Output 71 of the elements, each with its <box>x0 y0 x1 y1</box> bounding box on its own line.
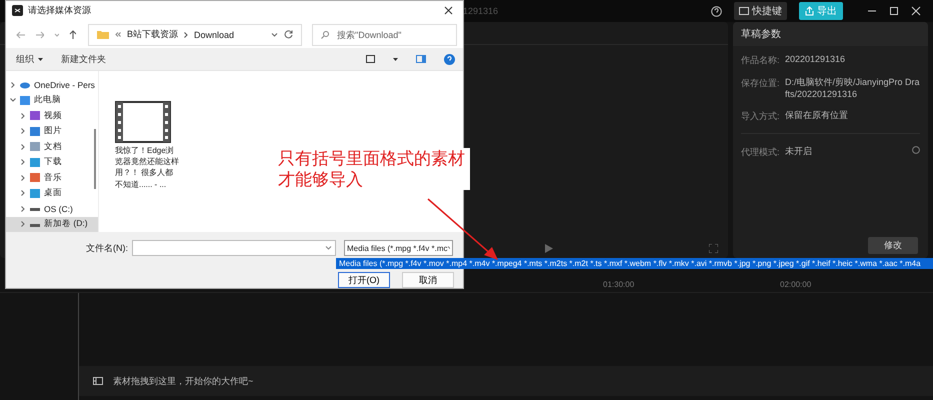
tree-item[interactable]: 桌面 <box>6 186 98 201</box>
breadcrumb-item[interactable]: Download <box>194 30 234 40</box>
tree-item[interactable]: 文档 <box>6 139 98 154</box>
field-label: 导入方式: <box>741 110 781 124</box>
field-label: 作品名称: <box>741 54 781 67</box>
chevron-icon[interactable] <box>20 159 26 166</box>
file-type-dropdown[interactable]: Media files (*.mpg *.f4v *.mc <box>344 240 453 256</box>
edit-button[interactable]: 修改 <box>868 237 918 254</box>
address-bar[interactable]: B站下载资源 Download <box>88 24 302 46</box>
field-value: 未开启 <box>785 146 812 158</box>
ruler-label: 02:00:00 <box>780 280 812 289</box>
tree-item[interactable]: 视频 <box>6 108 98 124</box>
field-label: 文件名(N): <box>86 242 128 254</box>
chevron-icon[interactable] <box>10 97 16 104</box>
tree-item[interactable]: OS (C:) <box>6 201 98 216</box>
field-value: D:/电脑软件/剪映/JianyingPro Drafts/202201291316 <box>785 77 920 100</box>
tree-item[interactable]: OneDrive - Pers <box>6 77 98 92</box>
file-item[interactable]: 我惊了！Edge浏览器竟然还能这样用？！ 很多人都不知道...... - ... <box>115 101 181 190</box>
chevron-icon[interactable] <box>20 174 26 181</box>
chevron-icon[interactable] <box>20 112 26 119</box>
main-track[interactable]: 素材拖拽到这里，开始你的大作吧~ <box>79 366 933 396</box>
tree-item[interactable]: 新加卷 (D:) <box>6 216 98 232</box>
dropdown-option[interactable]: Media files (*.mpg *.f4v *.mov *.mp4 *.m4v *.mpeg4 *.mts *.m2ts *.m2t *.ts *.mxf *.webm *.flv *.mkv *.avi *.rmvb *.jpg *.png *.jpeg *.gif *.heif *.heic *.wma *.aac *.m4a <box>336 258 933 269</box>
help-icon[interactable] <box>711 6 722 16</box>
chevron-icon[interactable] <box>20 221 26 228</box>
chevron-icon[interactable] <box>20 206 26 212</box>
open-button[interactable]: 打开(O) <box>338 272 390 288</box>
tree-item[interactable]: 此电脑 <box>6 92 98 108</box>
close-icon[interactable] <box>444 6 453 16</box>
chevron-icon[interactable] <box>20 128 26 134</box>
folder-icon <box>97 30 110 40</box>
new-folder-button[interactable]: 新建文件夹 <box>61 52 106 66</box>
chevron-icon[interactable] <box>20 144 26 150</box>
fullscreen-icon[interactable] <box>709 244 718 252</box>
preview-pane-icon[interactable] <box>416 55 426 64</box>
shortcut-button[interactable]: 快捷键 <box>734 2 787 20</box>
caret-icon <box>38 58 43 61</box>
annotation-text: 只有括号里面格式的素材才能够导入 <box>278 148 470 190</box>
dialog-title: 请选择媒体资源 <box>28 4 91 18</box>
view-icon[interactable] <box>366 55 375 64</box>
field-label: 保存位置: <box>741 77 781 90</box>
double-chevron-icon[interactable] <box>115 32 122 38</box>
film-icon <box>93 377 103 385</box>
chevron-icon[interactable] <box>10 82 16 88</box>
search-icon <box>321 30 329 39</box>
up-icon[interactable] <box>68 30 76 40</box>
track-hint: 素材拖拽到这里，开始你的大作吧~ <box>113 374 254 388</box>
play-icon[interactable] <box>545 244 553 252</box>
chevron-right-icon[interactable] <box>184 32 188 38</box>
panel-title: 草稿参数 <box>733 22 928 46</box>
tree-item[interactable]: 音乐 <box>6 170 98 186</box>
field-value: 保留在原有位置 <box>785 110 848 122</box>
filename-field[interactable] <box>132 240 336 256</box>
share-icon <box>805 6 814 16</box>
field-label: 代理模式: <box>741 146 781 160</box>
app-icon <box>12 5 23 16</box>
chevron-icon[interactable] <box>20 190 26 196</box>
breadcrumb-item[interactable]: B站下载资源 <box>127 28 178 42</box>
refresh-icon[interactable] <box>284 30 293 40</box>
cancel-button[interactable]: 取消 <box>402 272 454 288</box>
tree-item[interactable]: 图片 <box>6 124 98 139</box>
search-field[interactable]: 搜索"Download" <box>312 24 457 46</box>
tree-item[interactable]: 下载 <box>6 154 98 170</box>
video-file-icon <box>115 101 171 143</box>
field-value: 202201291316 <box>785 54 846 66</box>
window-title: 1291316 <box>463 6 498 16</box>
organize-menu[interactable]: 组织 <box>16 52 43 66</box>
ruler-label: 01:30:00 <box>603 280 634 289</box>
help-icon[interactable] <box>444 54 455 65</box>
keyboard-icon <box>739 7 749 15</box>
maximize-icon[interactable] <box>889 6 899 16</box>
